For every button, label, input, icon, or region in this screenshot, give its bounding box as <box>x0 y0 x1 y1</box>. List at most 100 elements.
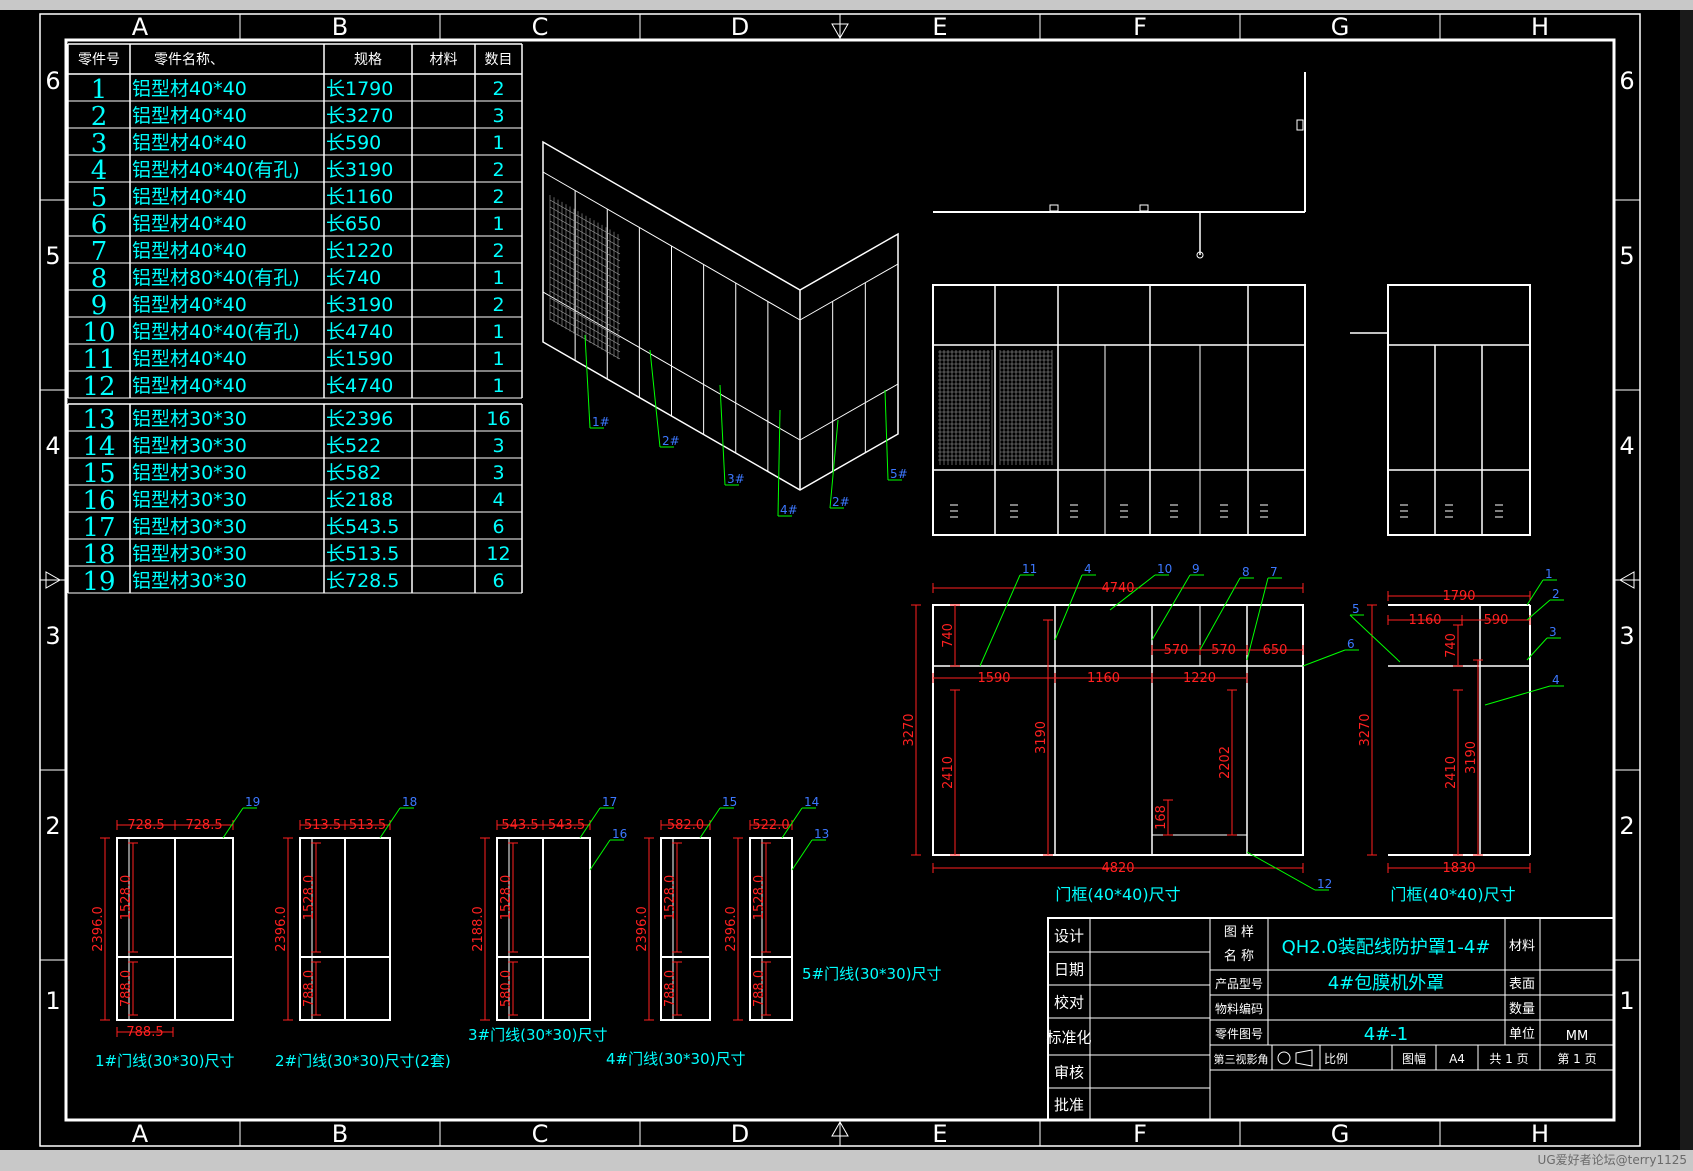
top-view-bracket <box>1139 204 1149 212</box>
table-cell-spec: 长1160 <box>326 186 393 208</box>
watermark: UG爱好者论坛@terry1125 <box>1537 1153 1687 1167</box>
isometric-view: 1# 2# 3# 4# 2# 5# <box>542 140 908 517</box>
balloon-label: 3# <box>727 472 745 486</box>
dim-width-1: 582.0 <box>667 818 704 833</box>
drawing-name-label: 图 样 <box>1224 925 1254 940</box>
dim-width-2: 543.5 <box>548 818 585 833</box>
drawing-name: QH2.0装配线防护罩1-4# <box>1282 937 1491 958</box>
column-label: F <box>1133 13 1147 41</box>
table-cell-part-name: 铝型材30*30 <box>132 543 247 565</box>
title-left-label: 标准化 <box>1046 1029 1091 1047</box>
column-label: A <box>132 13 149 41</box>
dim-w2: 1160 <box>1087 671 1120 686</box>
dim-width-2: 513.5 <box>349 818 386 833</box>
dim-h-mid: 3190 <box>1464 741 1479 774</box>
table-cell-qty: 12 <box>486 543 510 565</box>
row-label: 3 <box>1619 622 1634 650</box>
table-cell-spec: 长1790 <box>326 78 393 100</box>
column-label: H <box>1531 13 1549 41</box>
dim-height: 2396.0 <box>724 906 739 952</box>
front-elevation-view <box>932 284 1306 536</box>
table-header: 数目 <box>485 52 513 68</box>
table-cell-part-name: 铝型材30*30 <box>132 570 247 592</box>
balloon-label: 9 <box>1192 562 1200 576</box>
dim-bottom: 4820 <box>1101 861 1134 876</box>
front-frame-caption: 门框(40*40)尺寸 <box>1055 885 1180 904</box>
leader-line <box>1199 577 1241 651</box>
dim-w3: 1220 <box>1183 671 1216 686</box>
title-left-label: 批准 <box>1054 1096 1084 1114</box>
scale-label: 比例 <box>1324 1052 1348 1066</box>
dim-w1: 1590 <box>977 671 1010 686</box>
table-cell-spec: 长522 <box>326 435 381 457</box>
table-cell-part-name: 铝型材30*30 <box>132 516 247 538</box>
dim-height-upper: 1528.0 <box>663 875 678 921</box>
table-cell-qty: 1 <box>492 348 504 370</box>
status-bar <box>0 1150 1693 1171</box>
table-cell-spec: 长590 <box>326 132 381 154</box>
table-cell-part-name: 铝型材30*30 <box>132 408 247 430</box>
table-cell-qty: 1 <box>492 321 504 343</box>
leader-line <box>791 839 813 871</box>
inner-frame <box>64 38 1616 1122</box>
balloon-label: 2# <box>662 434 680 448</box>
dim-width-1: 543.5 <box>501 818 538 833</box>
top-view <box>933 72 1306 259</box>
table-cell-part-name: 铝型材30*30 <box>132 489 247 511</box>
dim-w6: 570 <box>1211 643 1236 658</box>
balloon-label: 1# <box>592 415 610 429</box>
product-model-label: 产品型号 <box>1215 977 1263 991</box>
column-label: D <box>731 1120 749 1148</box>
dim-height: 2396.0 <box>91 906 106 952</box>
leader-line <box>589 839 611 871</box>
leader-line <box>1484 685 1551 706</box>
table-cell-spec: 长650 <box>326 213 381 235</box>
dim-h-top: 740 <box>941 623 956 648</box>
unit-label: 单位 <box>1509 1027 1535 1042</box>
surface-label: 表面 <box>1509 977 1535 992</box>
door-frame-views: 2396.0 1528.0 788.0 728.5 728.5 788.5 19 1#门线(3… <box>91 795 942 1070</box>
table-cell-qty: 3 <box>492 105 504 127</box>
column-label: D <box>731 13 749 41</box>
table-cell-qty: 3 <box>492 435 504 457</box>
balloon-label: 2 <box>1552 587 1560 601</box>
balloon-label: 4 <box>1084 562 1092 576</box>
title-left-label: 校对 <box>1054 994 1084 1012</box>
leader-line <box>584 334 591 429</box>
table-cell-qty: 1 <box>492 132 504 154</box>
row-label: 6 <box>1619 67 1634 95</box>
table-cell-part-name: 铝型材40*40 <box>132 105 247 127</box>
iso-rail <box>799 383 899 441</box>
balloon-label: 5# <box>890 467 908 481</box>
dim-height: 2188.0 <box>471 906 486 952</box>
balloon-label: 15 <box>722 795 737 809</box>
balloon-label: 7 <box>1270 565 1278 579</box>
cad-drawing-canvas[interactable]: AABBCCDDEEFFGGHH6 65 54 43 32 21 1 零件号 零件名称、 规格材… <box>0 0 1693 1150</box>
dim-h-total: 3270 <box>1358 713 1373 746</box>
dim-height-lower: 788.0 <box>302 970 317 1007</box>
row-label: 6 <box>45 67 60 95</box>
leader-line <box>1349 614 1401 663</box>
dim-height: 2396.0 <box>635 906 650 952</box>
balloon-label: 6 <box>1347 637 1355 651</box>
material-label: 材料 <box>1509 939 1535 954</box>
table-cell-spec: 长3190 <box>326 159 393 181</box>
dim-width-1: 728.5 <box>127 818 164 833</box>
table-cell-part-name: 铝型材40*40 <box>132 240 247 262</box>
balloon-label: 14 <box>804 795 819 809</box>
row-label: 4 <box>45 432 60 460</box>
table-cell-spec: 长3190 <box>326 294 393 316</box>
dim-height: 2396.0 <box>274 906 289 952</box>
leader-line <box>1526 579 1544 606</box>
table-cell-part-name: 铝型材40*40 <box>132 132 247 154</box>
column-label: B <box>332 13 348 41</box>
dim-h-sill: 168 <box>1154 805 1169 830</box>
top-view-bracket <box>1296 119 1304 131</box>
column-label: E <box>932 1120 947 1148</box>
table-header: 零件号 <box>78 52 120 68</box>
dim-w4: 650 <box>1263 643 1288 658</box>
leader-line <box>979 574 1021 667</box>
table-cell-spec: 长1590 <box>326 348 393 370</box>
unit-value: MM <box>1566 1029 1588 1044</box>
dim-h-lower: 2410 <box>941 756 956 789</box>
